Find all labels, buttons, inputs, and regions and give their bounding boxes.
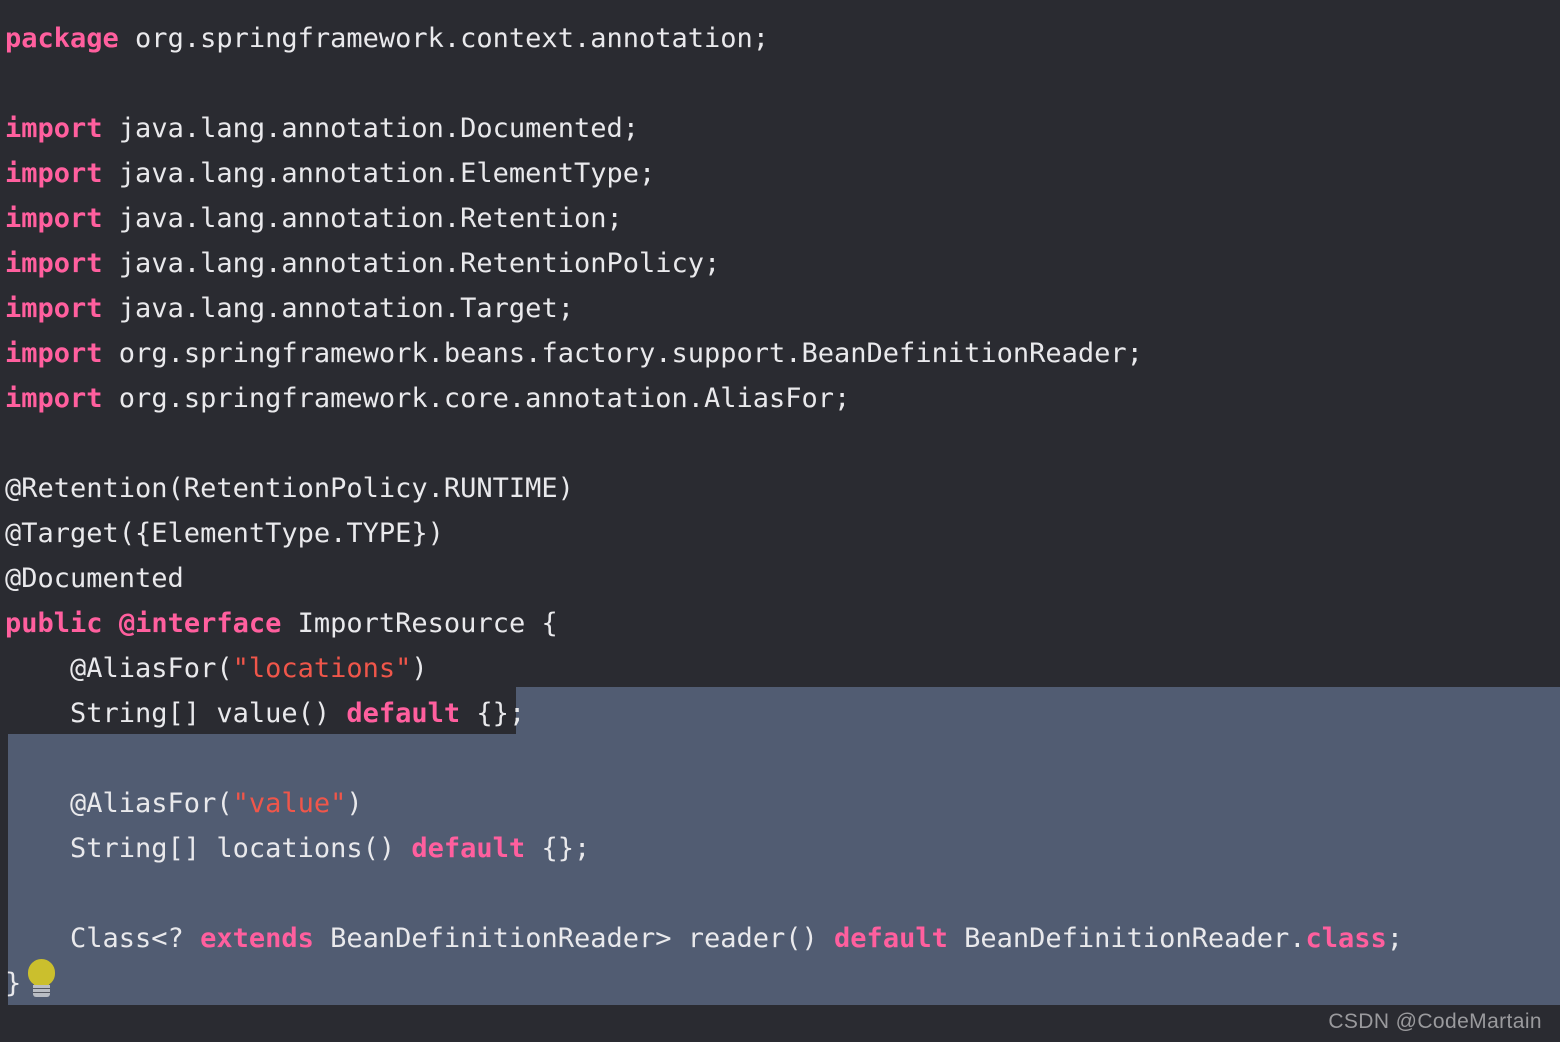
code-line: import java.lang.annotation.RetentionPol… <box>5 241 1560 286</box>
code-line: package org.springframework.context.anno… <box>5 16 1560 61</box>
code-line: import org.springframework.beans.factory… <box>5 331 1560 376</box>
code-line: import java.lang.annotation.Target; <box>5 286 1560 331</box>
code-token-pln: org.springframework.core.annotation.Alia… <box>102 383 851 414</box>
code-token-pln: String[] value() <box>5 698 347 729</box>
code-token-pln: @Documented <box>5 563 184 594</box>
code-token-kw: @interface <box>118 608 282 639</box>
code-line: @Target({ElementType.TYPE}) <box>5 511 1560 556</box>
code-line: @AliasFor("locations") <box>5 646 1560 691</box>
code-text-area[interactable]: package org.springframework.context.anno… <box>0 0 1560 1006</box>
code-token-kw: class <box>1305 923 1387 954</box>
code-line: } <box>5 961 1560 1006</box>
code-token-pln: } <box>5 968 22 999</box>
code-token-kw: import <box>5 113 103 144</box>
code-line: String[] locations() default {}; <box>5 826 1560 871</box>
code-token-kw: import <box>5 383 103 414</box>
code-line: import java.lang.annotation.ElementType; <box>5 151 1560 196</box>
code-token-pln: java.lang.annotation.Target; <box>102 293 574 324</box>
code-token-pln: org.springframework.context.annotation; <box>118 23 770 54</box>
code-token-kw: extends <box>200 923 314 954</box>
code-token-kw: import <box>5 338 103 369</box>
code-token-pln: java.lang.annotation.ElementType; <box>102 158 656 189</box>
code-token-kw: import <box>5 293 103 324</box>
watermark-label: CSDN @CodeMartain <box>1328 1010 1542 1033</box>
code-token-pln <box>103 608 119 639</box>
code-token-str: "value" <box>232 788 347 819</box>
code-line: @Documented <box>5 556 1560 601</box>
code-token-kw: default <box>346 698 461 729</box>
code-token-kw: default <box>411 833 526 864</box>
code-token-pln: BeanDefinitionReader> reader() <box>313 923 835 954</box>
lightbulb-base <box>33 985 50 997</box>
code-token-pln: {}; <box>525 833 591 864</box>
code-token-pln: @Retention(RetentionPolicy.RUNTIME) <box>5 473 574 504</box>
code-line: Class<? extends BeanDefinitionReader> re… <box>5 916 1560 961</box>
code-token-pln: {}; <box>460 698 526 729</box>
code-token-kw: default <box>834 923 948 954</box>
code-token-kw: import <box>5 248 103 279</box>
code-token-pln: java.lang.annotation.Retention; <box>102 203 623 234</box>
code-token-pln: java.lang.annotation.Documented; <box>102 113 639 144</box>
code-line: String[] value() default {}; <box>5 691 1560 736</box>
code-token-pln: org.springframework.beans.factory.suppor… <box>102 338 1143 369</box>
code-token-pln: BeanDefinitionReader. <box>947 923 1306 954</box>
code-token-kw: import <box>5 203 103 234</box>
code-token-kw: package <box>5 23 119 54</box>
code-line: import org.springframework.core.annotati… <box>5 376 1560 421</box>
code-token-pln: java.lang.annotation.RetentionPolicy; <box>102 248 721 279</box>
code-line: @AliasFor("value") <box>5 781 1560 826</box>
code-token-str: "locations" <box>232 653 412 684</box>
code-token-pln: @Target({ElementType.TYPE}) <box>5 518 444 549</box>
code-token-pln: ; <box>1386 923 1404 954</box>
code-token-pln: @AliasFor( <box>5 653 233 684</box>
code-token-pln: ) <box>411 653 428 684</box>
code-token-kw: import <box>5 158 103 189</box>
code-token-pln: ImportResource { <box>281 608 558 639</box>
code-token-pln: @AliasFor( <box>5 788 233 819</box>
lightbulb-icon[interactable] <box>26 959 57 997</box>
code-token-pln: Class<? <box>5 923 201 954</box>
code-line: import java.lang.annotation.Retention; <box>5 196 1560 241</box>
code-line: public @interface ImportResource { <box>5 601 1560 646</box>
code-token-pln: ) <box>346 788 363 819</box>
code-editor-screenshot: package org.springframework.context.anno… <box>0 0 1560 1042</box>
code-token-kw: public <box>5 608 103 639</box>
code-line: import java.lang.annotation.Documented; <box>5 106 1560 151</box>
code-token-pln: String[] locations() <box>5 833 412 864</box>
code-line: @Retention(RetentionPolicy.RUNTIME) <box>5 466 1560 511</box>
